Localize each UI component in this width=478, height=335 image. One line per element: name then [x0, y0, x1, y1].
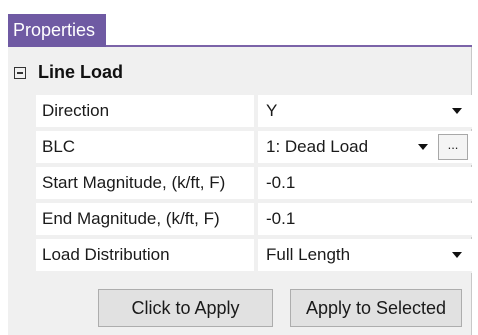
- property-value: -0.1: [266, 209, 296, 228]
- property-row-end-magnitude: End Magnitude, (k/ft, F) -0.1: [36, 203, 472, 237]
- chevron-down-icon[interactable]: [418, 144, 428, 150]
- click-to-apply-button[interactable]: Click to Apply: [98, 289, 273, 327]
- browse-button[interactable]: ...: [438, 134, 468, 160]
- blc-dropdown[interactable]: 1: Dead Load ...: [258, 131, 472, 163]
- property-value: 1: Dead Load: [266, 137, 369, 156]
- group-label: Line Load: [38, 62, 123, 82]
- property-name: Start Magnitude, (k/ft, F): [36, 167, 256, 199]
- direction-dropdown[interactable]: Y: [258, 95, 472, 127]
- property-name: End Magnitude, (k/ft, F): [36, 203, 256, 235]
- property-row-blc: BLC 1: Dead Load ...: [36, 131, 472, 165]
- start-magnitude-input[interactable]: -0.1: [258, 167, 472, 199]
- property-value: Y: [266, 101, 278, 120]
- property-value: Full Length: [266, 245, 351, 264]
- property-value: -0.1: [266, 173, 296, 192]
- minus-box-icon[interactable]: [14, 67, 26, 79]
- properties-panel: Properties Line Load Direction Y BLC 1: …: [0, 0, 478, 335]
- property-name: Load Distribution: [36, 239, 256, 271]
- property-name: BLC: [36, 131, 256, 163]
- tab-header: Properties: [8, 14, 472, 47]
- end-magnitude-input[interactable]: -0.1: [258, 203, 472, 235]
- property-row-direction: Direction Y: [36, 95, 472, 129]
- apply-to-selected-button[interactable]: Apply to Selected: [290, 289, 462, 327]
- group-header-line-load[interactable]: Line Load: [8, 59, 472, 89]
- property-row-start-magnitude: Start Magnitude, (k/ft, F) -0.1: [36, 167, 472, 201]
- chevron-down-icon[interactable]: [452, 108, 462, 114]
- top-strip: [0, 0, 478, 14]
- chevron-down-icon[interactable]: [452, 252, 462, 258]
- tab-properties[interactable]: Properties: [8, 14, 106, 47]
- property-name: Direction: [36, 95, 256, 127]
- load-distribution-dropdown[interactable]: Full Length: [258, 239, 472, 271]
- property-row-load-distribution: Load Distribution Full Length: [36, 239, 472, 273]
